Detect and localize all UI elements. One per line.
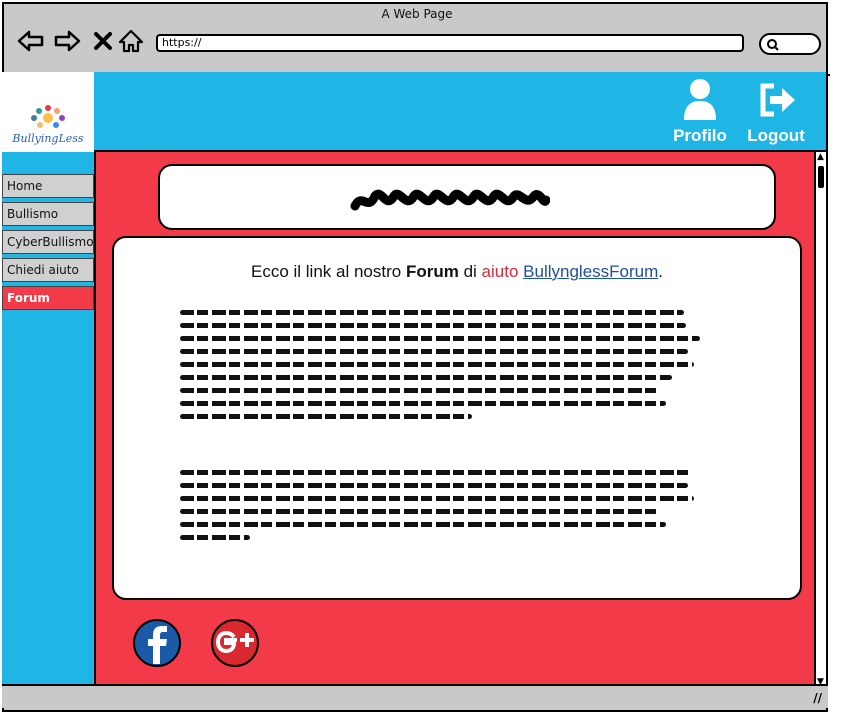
url-input[interactable]: https:// [156,34,744,52]
home-icon [118,29,144,53]
profile-button[interactable]: Profilo [664,76,736,150]
sidebar-item-home[interactable]: Home [2,174,94,198]
logo-text: BullyingLess [12,132,84,145]
scroll-thumb[interactable] [818,166,824,188]
resize-handle-icon[interactable]: // [813,691,822,705]
google-plus-icon [211,619,259,667]
content-card: Ecco il link al nostro Forum di aiuto Bu… [112,236,802,600]
sidebar-item-cyberbullismo[interactable]: CyberBullismo [2,230,94,254]
sidebar: Home Bullismo CyberBullismo Chiedi aiuto… [2,152,96,688]
google-plus-button[interactable] [210,618,260,668]
search-box[interactable] [759,33,821,55]
intro-bold: Forum [405,262,459,281]
back-arrow-icon [17,30,44,52]
home-button[interactable] [116,26,146,56]
logout-button[interactable]: Logout [740,76,812,150]
sidebar-item-chiedi-aiuto[interactable]: Chiedi aiuto [2,258,94,282]
facebook-icon [133,619,181,667]
sidebar-item-bullismo[interactable]: Bullismo [2,202,94,226]
window-title: A Web Page [381,7,453,21]
status-bar: // [2,684,828,708]
forward-button[interactable] [52,26,82,56]
page-title-card [158,164,776,230]
placeholder-paragraph-2 [180,470,710,548]
forum-intro-text: Ecco il link al nostro Forum di aiuto Bu… [114,262,800,282]
profile-label: Profilo [673,126,727,145]
forum-link[interactable]: BullynglessForum [523,262,658,281]
intro-middle: di [463,262,477,281]
intro-red-word: aiuto [481,262,519,281]
intro-prefix: Ecco il link al nostro [250,262,402,281]
top-navigation-bar: Profilo Logout [94,72,826,152]
vertical-scrollbar[interactable]: ▲ ▼ [814,152,826,688]
main-content: Ecco il link al nostro Forum di aiuto Bu… [96,152,814,688]
page-title-scribble [350,189,550,211]
search-icon [767,39,779,51]
placeholder-paragraph-1 [180,310,710,427]
logout-icon [760,83,795,117]
forward-arrow-icon [54,30,81,52]
back-button[interactable] [16,26,46,56]
close-icon [94,32,112,50]
scroll-up-icon[interactable]: ▲ [817,153,824,162]
logout-label: Logout [747,126,805,145]
stop-button[interactable] [88,26,118,56]
user-icon [684,79,716,120]
intro-suffix: . [658,262,663,281]
logo[interactable]: BullyingLess [2,72,94,152]
logo-people-icon [31,105,65,128]
sidebar-item-forum[interactable]: Forum [2,286,94,310]
facebook-button[interactable] [132,618,182,668]
